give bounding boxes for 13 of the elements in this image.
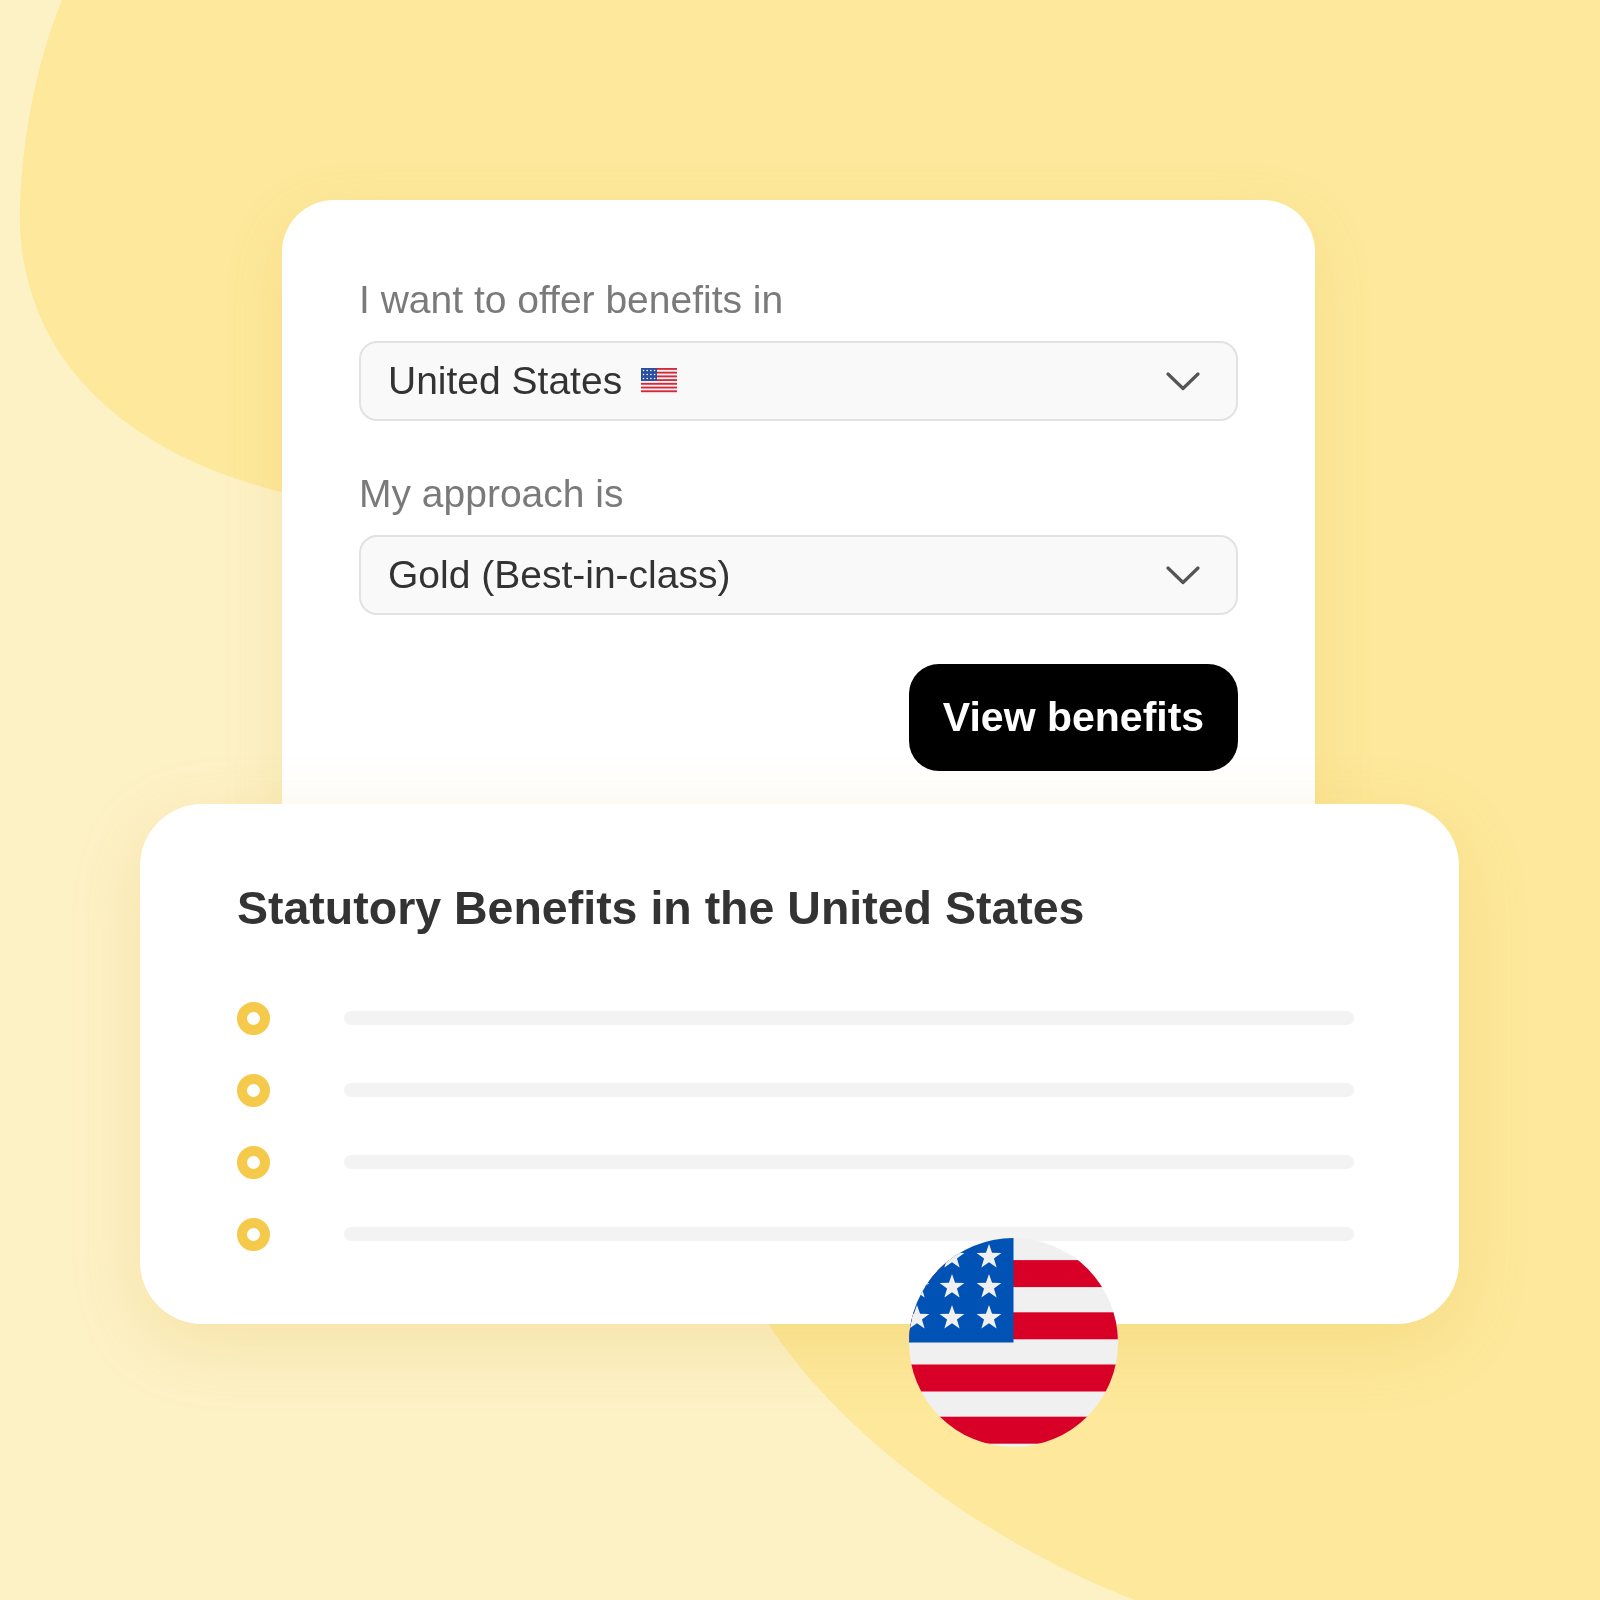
- chevron-down-icon: [1166, 371, 1200, 391]
- field-label: My approach is: [359, 474, 625, 514]
- ring-icon: [237, 1145, 270, 1179]
- field-label: I want to offer benefits in: [359, 280, 785, 320]
- dropdown-field[interactable]: United States: [359, 341, 1238, 421]
- ring-icon: [237, 1217, 270, 1251]
- view-benefits-button[interactable]: View benefits: [909, 664, 1238, 771]
- chevron-down-icon: [1166, 565, 1200, 585]
- ring-icon: [237, 1001, 270, 1035]
- dropdown-field[interactable]: Gold (Best-in-class): [359, 535, 1238, 615]
- results-title: Statutory Benefits in the United States: [237, 882, 1086, 934]
- flag-icon: [641, 368, 678, 394]
- ring-icon: [237, 1073, 270, 1107]
